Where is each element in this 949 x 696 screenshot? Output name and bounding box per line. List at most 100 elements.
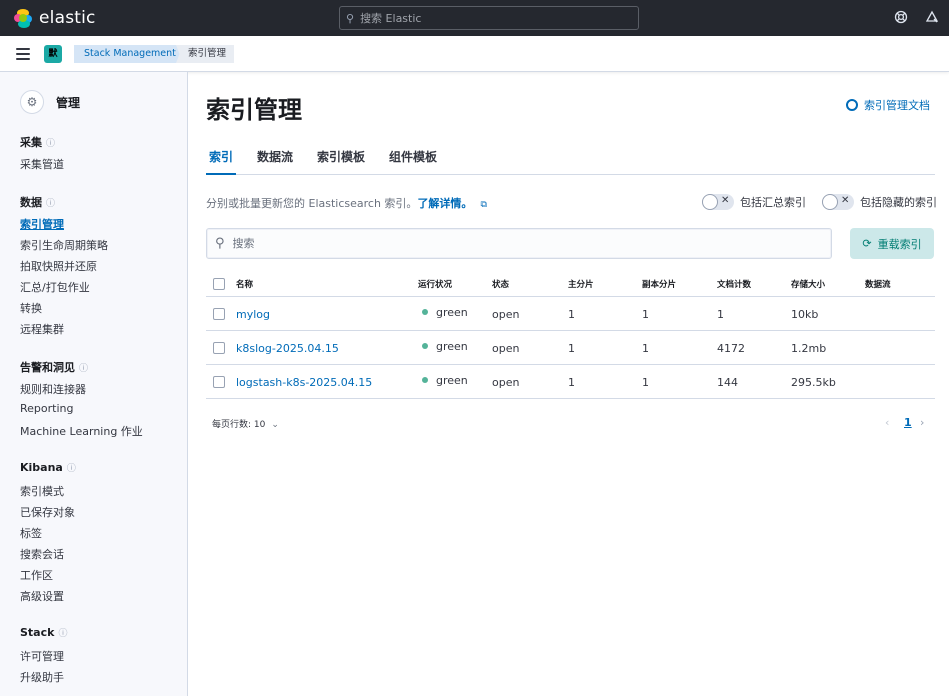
tab-index-templates[interactable]: 索引模板 <box>314 148 368 175</box>
refresh-icon: ⟳ <box>862 237 872 250</box>
page-number[interactable]: 1 <box>904 416 912 429</box>
index-search[interactable]: ⚲ <box>206 228 832 259</box>
tab-data-streams[interactable]: 数据流 <box>254 148 296 175</box>
toggle-hidden-indices[interactable]: ✕ 包括隐藏的索引 <box>822 194 937 210</box>
column-status[interactable]: 状态 <box>492 278 509 290</box>
global-search-input[interactable] <box>360 11 621 25</box>
toggle-hidden-label: 包括隐藏的索引 <box>860 196 937 209</box>
top-header: elastic ⚲ <box>0 0 949 36</box>
table-row: mylog green open 1 1 1 10kb <box>206 297 935 331</box>
row-checkbox[interactable] <box>213 342 225 354</box>
sidebar-item-ingest-pipelines[interactable]: 采集管道 <box>20 156 64 172</box>
table-row: logstash-k8s-2025.04.15 green open 1 1 1… <box>206 365 935 399</box>
column-replicas[interactable]: 副本分片 <box>642 278 676 290</box>
sidebar-item-advanced-settings[interactable]: 高级设置 <box>20 588 64 604</box>
column-name[interactable]: 名称 <box>236 278 253 290</box>
sidebar-item-search-sessions[interactable]: 搜索会话 <box>20 546 64 562</box>
sidebar-group-stack: Stack ⓘ <box>20 626 68 639</box>
primaries-cell: 1 <box>568 308 575 321</box>
tab-indices[interactable]: 索引 <box>206 148 237 175</box>
sidebar-item-transforms[interactable]: 转换 <box>20 300 42 316</box>
tab-bar: 索引 数据流 索引模板 组件模板 <box>206 146 935 175</box>
primaries-cell: 1 <box>568 342 575 355</box>
breadcrumb-bar: 默 Stack Management 索引管理 <box>0 36 949 72</box>
docs-count-cell: 4172 <box>717 342 745 355</box>
sidebar-item-reporting[interactable]: Reporting <box>20 402 73 415</box>
sidebar-item-upgrade-assistant[interactable]: 升级助手 <box>20 669 64 685</box>
space-avatar[interactable]: 默 <box>44 45 62 63</box>
sidebar-header: ⚙ 管理 <box>20 90 80 114</box>
prev-page-icon[interactable]: ‹ <box>885 416 889 429</box>
switch[interactable]: ✕ <box>702 194 734 210</box>
storage-size-cell: 10kb <box>791 308 819 321</box>
column-primaries[interactable]: 主分片 <box>568 278 594 290</box>
chevron-down-icon: ⌄ <box>271 420 279 430</box>
app-name: elastic <box>39 8 96 28</box>
sidebar-item-ilm-policies[interactable]: 索引生命周期策略 <box>20 237 108 253</box>
table-row: k8slog-2025.04.15 green open 1 1 4172 1.… <box>206 331 935 365</box>
primaries-cell: 1 <box>568 376 575 389</box>
storage-size-cell: 295.5kb <box>791 376 836 389</box>
index-name-link[interactable]: mylog <box>236 308 270 321</box>
status-cell: open <box>492 376 520 389</box>
status-cell: open <box>492 342 520 355</box>
row-checkbox[interactable] <box>213 376 225 388</box>
docs-link[interactable]: 索引管理文档 <box>846 97 930 113</box>
page-description: 分别或批量更新您的 Elasticsearch 索引。了解详情。 ⧉ <box>206 197 487 210</box>
health-dot-icon <box>422 309 428 315</box>
storage-size-cell: 1.2mb <box>791 342 827 355</box>
sidebar-item-index-management[interactable]: 索引管理 <box>20 216 64 232</box>
column-health[interactable]: 运行状况 <box>418 278 452 290</box>
learn-more-link[interactable]: 了解详情。 <box>417 197 472 210</box>
breadcrumb-index-management: 索引管理 <box>176 45 235 63</box>
select-all-checkbox[interactable] <box>213 278 225 290</box>
column-docs-count[interactable]: 文档计数 <box>717 278 751 290</box>
health-dot-icon <box>422 377 428 383</box>
health-cell: green <box>422 306 468 319</box>
health-cell: green <box>422 374 468 387</box>
global-search[interactable]: ⚲ <box>339 6 639 30</box>
table-header: 名称 运行状况 状态 主分片 副本分片 文档计数 存储大小 数据流 <box>206 270 935 297</box>
column-storage-size[interactable]: 存储大小 <box>791 278 825 290</box>
sidebar-item-rollup-jobs[interactable]: 汇总/打包作业 <box>20 279 90 295</box>
sidebar-item-remote-clusters[interactable]: 远程集群 <box>20 321 64 337</box>
sidebar-item-tags[interactable]: 标签 <box>20 525 42 541</box>
elastic-logo[interactable]: elastic <box>14 8 96 28</box>
toggle-rollup-label: 包括汇总索引 <box>740 196 806 209</box>
search-icon: ⚲ <box>346 11 355 25</box>
toggle-rollup-indices[interactable]: ✕ 包括汇总索引 <box>702 194 806 210</box>
sidebar-group-kibana: Kibana ⓘ <box>20 461 76 474</box>
info-icon: ⓘ <box>79 364 89 374</box>
reload-indices-button[interactable]: ⟳ 重载索引 <box>850 228 934 259</box>
next-page-icon[interactable]: › <box>920 416 924 429</box>
management-gear-icon: ⚙ <box>20 90 44 114</box>
index-name-link[interactable]: k8slog-2025.04.15 <box>236 342 339 355</box>
sidebar-item-license[interactable]: 许可管理 <box>20 648 64 664</box>
sidebar-item-spaces[interactable]: 工作区 <box>20 567 53 583</box>
tab-component-templates[interactable]: 组件模板 <box>386 148 440 175</box>
elastic-logo-icon <box>14 8 33 28</box>
column-data-stream[interactable]: 数据流 <box>865 278 891 290</box>
sidebar-item-rules-connectors[interactable]: 规则和连接器 <box>20 381 86 397</box>
menu-toggle-icon[interactable] <box>16 48 30 60</box>
newsfeed-icon[interactable] <box>924 10 940 26</box>
sidebar: ⚙ 管理 采集 ⓘ 采集管道 数据 ⓘ 索引管理 索引生命周期策略 拍取快照并还原 … <box>0 72 188 696</box>
sidebar-title: 管理 <box>56 95 81 110</box>
sidebar-item-index-patterns[interactable]: 索引模式 <box>20 483 64 499</box>
row-checkbox[interactable] <box>213 308 225 320</box>
rows-per-page-select[interactable]: 每页行数: 10 ⌄ <box>212 417 279 430</box>
info-icon: ⓘ <box>58 629 68 639</box>
docs-count-cell: 1 <box>717 308 724 321</box>
help-icon[interactable] <box>893 10 909 26</box>
help-icon <box>846 99 858 111</box>
info-icon: ⓘ <box>46 139 56 149</box>
sidebar-group-data: 数据 ⓘ <box>20 196 56 209</box>
breadcrumb-stack-management[interactable]: Stack Management <box>74 45 188 63</box>
index-name-link[interactable]: logstash-k8s-2025.04.15 <box>236 376 372 389</box>
sidebar-item-ml-jobs[interactable]: Machine Learning 作业 <box>20 423 143 439</box>
sidebar-item-snapshot-restore[interactable]: 拍取快照并还原 <box>20 258 97 274</box>
index-search-input[interactable] <box>232 237 793 250</box>
switch[interactable]: ✕ <box>822 194 854 210</box>
cross-icon: ✕ <box>721 195 730 206</box>
sidebar-item-saved-objects[interactable]: 已保存对象 <box>20 504 75 520</box>
